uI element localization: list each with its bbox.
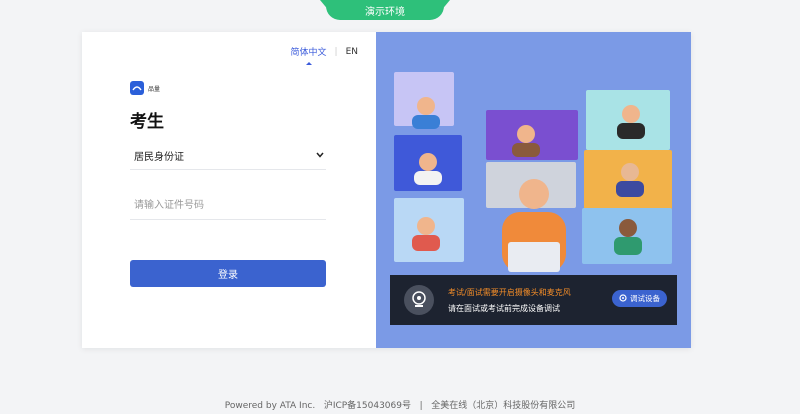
id-type-select[interactable]: 居民身份证 xyxy=(130,142,326,170)
demo-environment-tab: 演示环境 xyxy=(326,0,444,20)
test-device-button[interactable]: 调试设备 xyxy=(612,290,667,307)
page-title: 考生 xyxy=(130,112,164,132)
company-link[interactable]: 全美在线（北京）科技股份有限公司 xyxy=(431,401,575,411)
brand-name: 品量 xyxy=(148,85,161,93)
camera-icon xyxy=(404,285,434,315)
video-conference-illustration xyxy=(394,72,672,272)
device-warning-text: 考试/面试需要开启摄像头和麦克风 xyxy=(448,287,571,297)
id-type-value: 居民身份证 xyxy=(134,152,184,163)
device-test-banner: 考试/面试需要开启摄像头和麦克风 请在面试或考试前完成设备调试 调试设备 xyxy=(390,275,677,325)
lang-zh-link[interactable]: 简体中文 xyxy=(291,45,327,58)
chevron-down-icon xyxy=(316,150,324,161)
logo-icon xyxy=(130,81,144,95)
test-device-label: 调试设备 xyxy=(630,294,660,303)
icp-link[interactable]: 沪ICP备15043069号 xyxy=(324,401,411,411)
powered-by-text: Powered by ATA Inc. xyxy=(224,401,316,411)
device-note-text: 请在面试或考试前完成设备调试 xyxy=(448,303,560,313)
login-card: 简体中文 | EN 品量 考生 居民身份证 登录 xyxy=(82,32,691,348)
login-form-panel: 简体中文 | EN 品量 考生 居民身份证 登录 xyxy=(82,32,376,348)
login-button[interactable]: 登录 xyxy=(130,260,326,287)
footer: Powered by ATA Inc. 沪ICP备15043069号 | 全美在… xyxy=(0,398,800,411)
settings-icon xyxy=(619,293,627,304)
brand: 品量 xyxy=(130,81,160,95)
id-number-field xyxy=(130,192,326,220)
id-number-input[interactable] xyxy=(130,192,326,219)
illustration-panel: 考试/面试需要开启摄像头和麦克风 请在面试或考试前完成设备调试 调试设备 xyxy=(376,32,691,348)
lang-en-link[interactable]: EN xyxy=(346,47,358,57)
lang-divider: | xyxy=(334,46,338,57)
footer-divider: | xyxy=(419,401,423,411)
language-switcher: 简体中文 | EN xyxy=(291,45,358,59)
